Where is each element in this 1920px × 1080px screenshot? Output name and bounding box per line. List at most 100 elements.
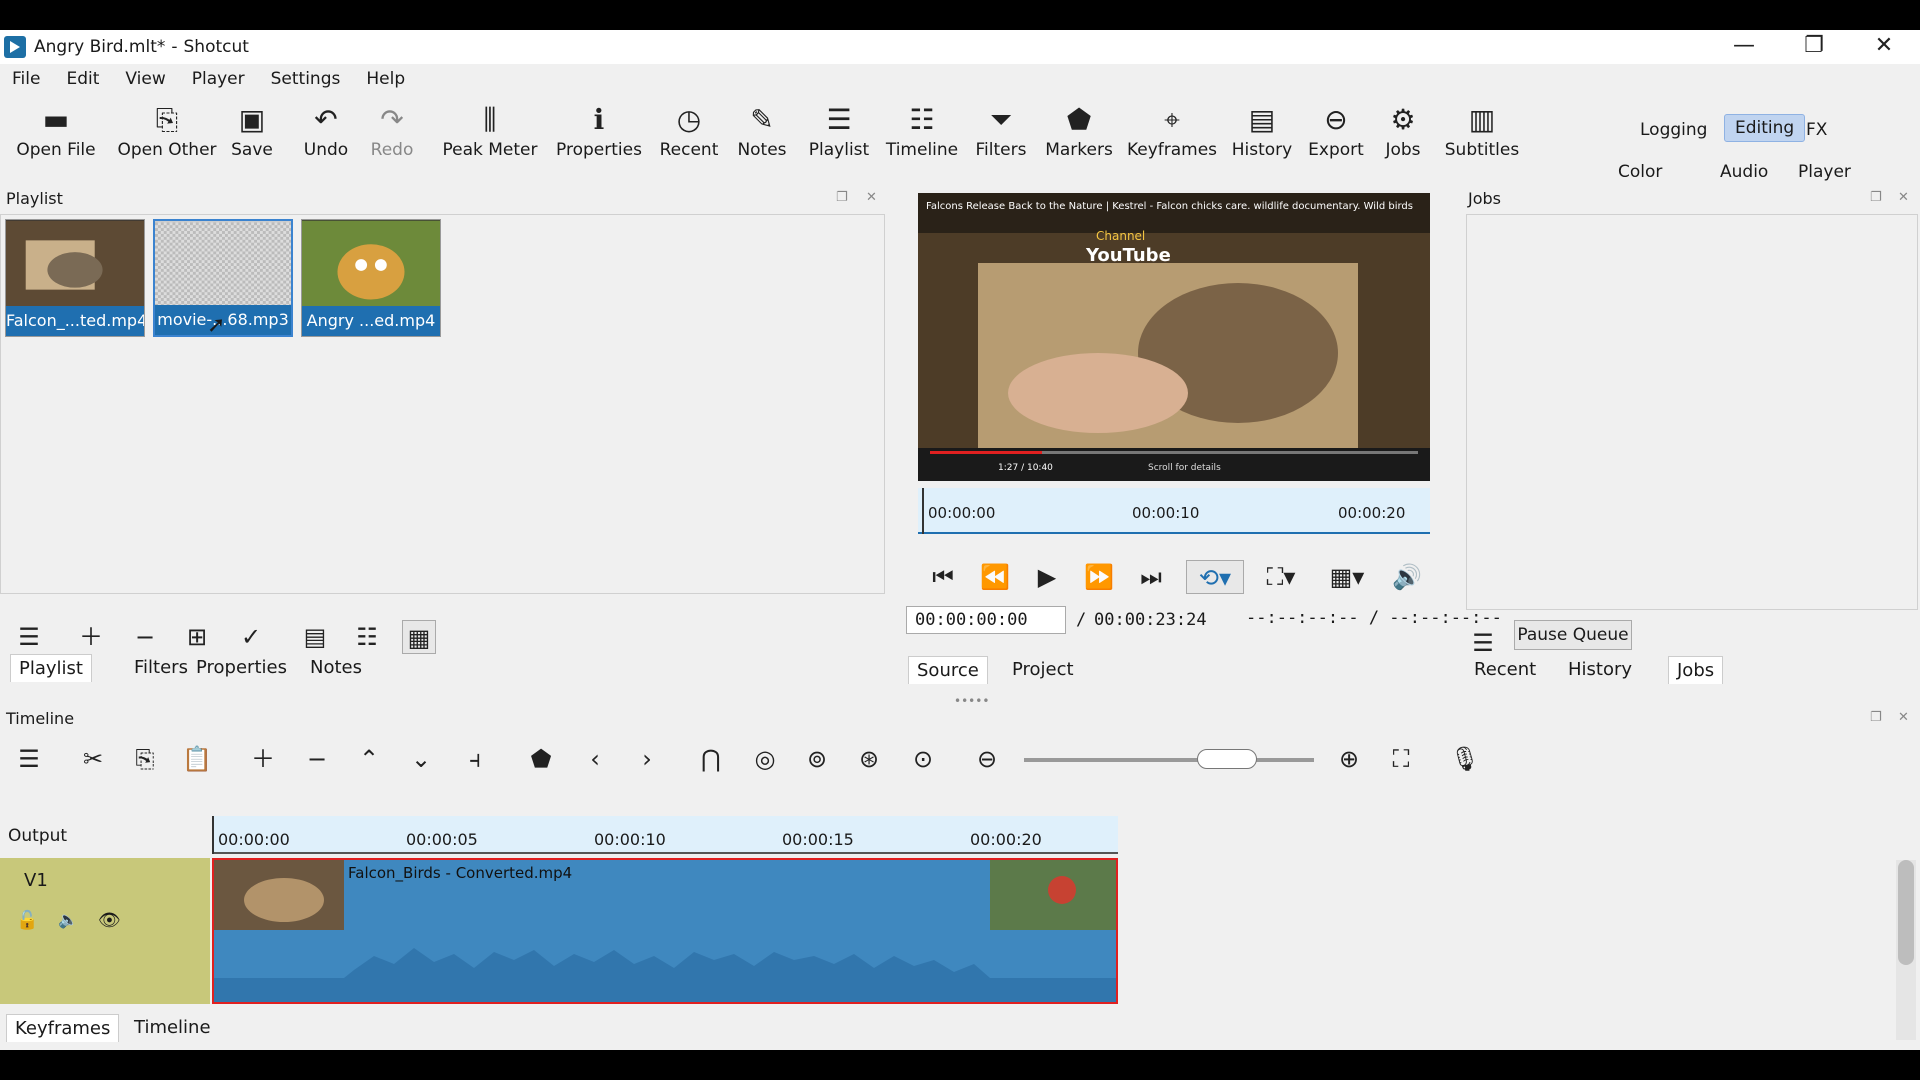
peak-meter-button[interactable]: ⫼ Peak Meter [442,94,538,176]
playlist-clip-falcon[interactable]: Falcon_...ted.mp4 [5,219,145,337]
scrollbar-thumb[interactable] [1898,860,1914,965]
playlist-clip-angry[interactable]: Angry ...ed.mp4 [301,219,441,337]
paste-icon[interactable]: 📋 [180,742,214,776]
filters-button[interactable]: ⏷ Filters [970,94,1032,176]
open-other-button[interactable]: ⎘ Open Other [112,94,222,176]
view-icons-button[interactable]: ▦ [402,620,436,654]
split-icon[interactable]: ⫞ [458,742,492,776]
timeline-empty-area[interactable] [1118,816,1894,1040]
open-file-button[interactable]: ▬ Open File [10,94,102,176]
recent-button[interactable]: ◷ Recent [656,94,722,176]
playlist-add-files-button[interactable]: ⊞ [180,620,214,654]
zoom-slider[interactable] [1024,749,1314,769]
track-header-v1[interactable]: V1 🔓 🔈 👁 [0,858,210,1004]
cut-icon[interactable]: ✂ [76,742,110,776]
tab-notes[interactable]: Notes [302,654,370,681]
timeline-float-icon[interactable]: ❐ [1870,710,1882,725]
append-icon[interactable]: ＋ [246,742,280,776]
export-button[interactable]: ⊖ Export [1306,94,1366,176]
menu-settings[interactable]: Settings [258,69,354,89]
skip-previous-icon[interactable]: ⏮ [926,560,960,594]
markers-button[interactable]: ⬟ Markers [1044,94,1114,176]
tab-playlist[interactable]: Playlist [10,654,92,682]
save-button[interactable]: ▣ Save [226,94,278,176]
menu-file[interactable]: File [0,69,53,89]
lock-icon[interactable]: 🔓 [16,910,38,931]
previous-marker-icon[interactable]: ‹ [578,742,612,776]
ripple-delete-icon[interactable]: − [300,742,334,776]
copy-icon[interactable]: ⎘ [128,742,162,776]
history-button[interactable]: ▤ History [1230,94,1294,176]
jobs-close-icon[interactable]: ✕ [1898,190,1909,205]
loop-toggle-button[interactable]: ⟲▾ [1186,560,1244,594]
jobs-button[interactable]: ⚙ Jobs [1378,94,1428,176]
menu-player[interactable]: Player [179,69,258,89]
volume-icon[interactable]: 🔊 [1390,560,1424,594]
timeline-clip-falcon[interactable]: Falcon_Birds - Converted.mp4 [212,858,1118,1004]
player-video[interactable]: Falcons Release Back to the Nature | Kes… [918,193,1430,481]
playlist-button[interactable]: ☰ Playlist [806,94,872,176]
player-ruler[interactable]: 00:00:00 00:00:10 00:00:20 [918,488,1430,534]
zoom-fit-icon[interactable]: ⛶ [1384,742,1418,776]
hide-eye-icon[interactable]: 👁 [98,910,121,931]
timeline-button[interactable]: ☷ Timeline [884,94,960,176]
undo-button[interactable]: ↶ Undo [298,94,354,176]
zoom-out-icon[interactable]: ⊖ [970,742,1004,776]
playlist-float-icon[interactable]: ❐ [836,190,848,205]
layout-color[interactable]: Color [1618,162,1662,182]
grid-toggle-button[interactable]: ▦▾ [1318,560,1376,594]
tab-project[interactable]: Project [1004,656,1082,683]
playlist-remove-button[interactable]: − [128,620,162,654]
close-window-button[interactable]: ✕ [1864,34,1904,60]
layout-fx[interactable]: FX [1806,120,1827,140]
ripple-all-tracks-icon[interactable]: ⊛ [852,742,886,776]
tab-history[interactable]: History [1560,656,1640,683]
play-icon[interactable]: ▶ [1030,560,1064,594]
view-tiles-button[interactable]: ☷ [350,620,384,654]
timeline-ruler[interactable]: 00:00:00 00:00:05 00:00:10 00:00:15 00:0… [212,816,1118,854]
layout-audio[interactable]: Audio [1720,162,1768,182]
menu-help[interactable]: Help [353,69,418,89]
tab-filters[interactable]: Filters [126,654,196,681]
menu-view[interactable]: View [112,69,178,89]
zoom-slider-knob[interactable] [1196,749,1257,769]
minimize-button[interactable]: — [1724,34,1764,60]
ripple-markers-icon[interactable]: ⊙ [906,742,940,776]
tab-source[interactable]: Source [908,656,988,684]
timeline-playhead[interactable] [212,816,214,854]
tab-properties[interactable]: Properties [188,654,295,681]
menu-edit[interactable]: Edit [53,69,112,89]
overwrite-icon[interactable]: ⌄ [404,742,438,776]
rewind-icon[interactable]: ⏪ [978,560,1012,594]
layout-player[interactable]: Player [1798,162,1851,182]
playlist-close-icon[interactable]: ✕ [866,190,877,205]
tab-timeline[interactable]: Timeline [126,1014,219,1041]
panel-splitter-handle[interactable]: ••••• [954,694,989,708]
tab-jobs[interactable]: Jobs [1668,656,1724,684]
redo-button[interactable]: ↷ Redo [364,94,420,176]
zoom-toggle-button[interactable]: ⛶▾ [1254,560,1308,594]
lift-icon[interactable]: ⌃ [352,742,386,776]
properties-button[interactable]: ℹ Properties [556,94,642,176]
snap-icon[interactable]: ⋂ [694,742,728,776]
jobs-menu-button[interactable]: ☰ [1466,626,1500,660]
keyframes-button[interactable]: ⌖ Keyframes [1126,94,1218,176]
next-marker-icon[interactable]: › [630,742,664,776]
jobs-float-icon[interactable]: ❐ [1870,190,1882,205]
timeline-vertical-scrollbar[interactable] [1896,860,1916,1040]
timeline-close-icon[interactable]: ✕ [1898,710,1909,725]
player-playhead[interactable] [922,488,924,534]
view-details-button[interactable]: ▤ [298,620,332,654]
fast-forward-icon[interactable]: ⏩ [1082,560,1116,594]
layout-editing[interactable]: Editing [1724,114,1806,142]
playlist-add-button[interactable]: ＋ [74,620,108,654]
subtitles-button[interactable]: ▥ Subtitles [1442,94,1522,176]
layout-logging[interactable]: Logging [1640,120,1707,140]
tab-keyframes[interactable]: Keyframes [6,1014,120,1042]
mute-icon[interactable]: 🔈 [58,910,78,929]
add-marker-icon[interactable]: ⬟ [524,742,558,776]
skip-next-icon[interactable]: ⏭ [1134,560,1168,594]
pause-queue-button[interactable]: Pause Queue [1514,620,1632,650]
ripple-icon[interactable]: ⊚ [800,742,834,776]
tab-recent[interactable]: Recent [1466,656,1544,683]
